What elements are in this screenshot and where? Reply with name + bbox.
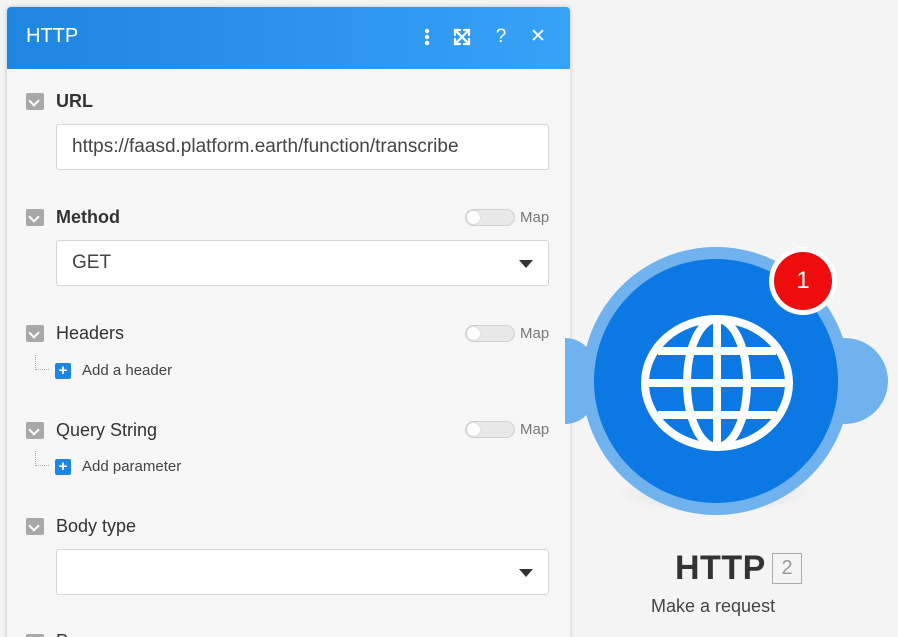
url-input[interactable]: https://faasd.platform.earth/function/tr… — [56, 124, 549, 170]
body-type-select[interactable] — [56, 549, 549, 595]
module-settings-panel: HTTP ? ✕ URL https://faasd.platform.eart… — [7, 7, 570, 637]
collapse-url-toggle[interactable] — [26, 93, 44, 110]
module-name: HTTP — [675, 549, 766, 587]
add-parameter-button[interactable]: + — [55, 459, 71, 475]
method-selected-value: GET — [72, 252, 112, 273]
body-type-label: Body type — [56, 516, 137, 536]
panel-header: HTTP ? ✕ — [7, 7, 570, 69]
method-map-toggle[interactable] — [465, 209, 515, 226]
url-label: URL — [56, 91, 93, 111]
more-options-button[interactable] — [415, 24, 439, 50]
operations-badge: 1 — [769, 247, 837, 315]
help-button[interactable]: ? — [489, 24, 513, 50]
close-button[interactable]: ✕ — [526, 24, 550, 50]
module-id-badge: 2 — [772, 553, 802, 584]
scenario-canvas[interactable]: HTTP ? ✕ URL https://faasd.platform.eart… — [0, 0, 898, 637]
query-string-map-toggle[interactable] — [465, 421, 515, 438]
expand-arrows-icon — [453, 28, 471, 46]
operations-count: 1 — [774, 252, 832, 310]
collapse-query-string-toggle[interactable] — [26, 422, 44, 439]
add-header-button[interactable]: + — [55, 363, 71, 379]
headers-map-toggle[interactable] — [465, 325, 515, 342]
headers-label: Headers — [56, 323, 125, 343]
maximize-button[interactable] — [450, 24, 474, 50]
collapse-method-toggle[interactable] — [26, 209, 44, 226]
tree-connector — [35, 451, 49, 466]
headers-map-label: Map — [520, 325, 550, 342]
method-map-label: Map — [520, 209, 550, 226]
method-label: Method — [56, 207, 120, 227]
panel-title: HTTP — [26, 25, 79, 47]
http-module[interactable]: 1 — [565, 245, 895, 535]
method-select[interactable]: GET — [56, 240, 549, 286]
next-field-label: P — [56, 631, 68, 637]
add-header-label[interactable]: Add a header — [82, 362, 172, 379]
module-action-label: Make a request — [651, 596, 776, 616]
query-string-label: Query String — [56, 420, 158, 440]
globe-icon — [641, 315, 793, 451]
tree-connector — [35, 355, 49, 370]
dropdown-arrow-icon — [519, 260, 533, 268]
query-string-map-label: Map — [520, 421, 550, 438]
vertical-dots-icon — [424, 28, 430, 46]
collapse-body-type-toggle[interactable] — [26, 518, 44, 535]
collapse-headers-toggle[interactable] — [26, 325, 44, 342]
add-parameter-label[interactable]: Add parameter — [82, 458, 181, 475]
dropdown-arrow-icon — [519, 569, 533, 577]
